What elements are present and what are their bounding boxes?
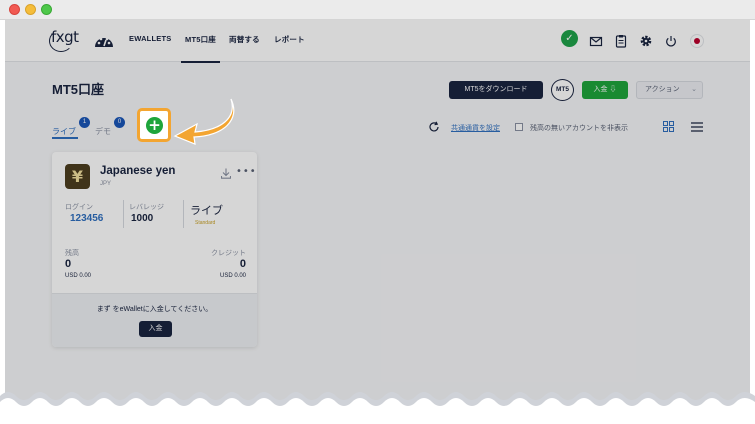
top-navigation: fxgt EWALLETS MT5口座 両替する レポート ✓ [5,20,750,63]
account-type-plan: Standard [195,220,216,226]
account-type: ライブ [190,205,223,217]
yen-currency-icon: ¥ [65,164,90,189]
deposit-prompt: まず をeWalletに入金してください。 [96,306,213,313]
minimize-window-button[interactable] [25,4,36,15]
card-deposit-button[interactable]: 入金 [139,321,172,337]
account-card[interactable]: ¥ Japanese yen JPY ••• ログイン 123456 レバレッジ… [52,152,257,347]
action-dropdown-label: アクション [645,86,680,93]
power-icon[interactable] [664,34,678,48]
balance-usd: USD 0.00 [65,273,92,279]
more-options-icon[interactable]: ••• [236,166,257,177]
demo-count-badge: 0 [114,117,125,128]
list-view-icon[interactable] [691,122,703,132]
verified-check-icon[interactable]: ✓ [561,30,578,47]
torn-edge [0,392,755,424]
mt5-webterminal-button[interactable]: MT5 [551,79,574,101]
arrow-icon [173,98,235,145]
chevron-down-icon: ⌄ [691,86,697,93]
nav-exchange[interactable]: 両替する [229,34,260,45]
leverage-value: 1000 [131,213,154,224]
balance-label: 残高 [65,250,79,257]
credit-value: 0 [239,258,246,270]
clipboard-icon[interactable] [614,34,628,48]
download-mt5-button[interactable]: MT5をダウンロード [449,81,543,99]
tab-live[interactable]: ライブ [52,126,76,137]
nav-reports[interactable]: レポート [274,34,305,45]
nav-mt5-accounts[interactable]: MT5口座 [181,34,220,63]
plus-icon[interactable]: + [146,117,163,134]
maximize-window-button[interactable] [41,4,52,15]
add-account-highlight: + [137,108,171,142]
live-count-badge: 1 [79,117,90,128]
download-icon[interactable] [221,168,231,179]
leverage-label: レバレッジ [129,204,164,211]
action-dropdown[interactable]: アクション ⌄ [636,81,703,99]
account-currency-name: Japanese yen [100,165,176,177]
browser-viewport: fxgt EWALLETS MT5口座 両替する レポート ✓ MT5口座 MT… [5,20,750,424]
gear-icon[interactable] [639,34,653,48]
nav-ewallets[interactable]: EWALLETS [129,34,171,43]
hide-empty-accounts-checkbox[interactable] [515,123,523,131]
divider [123,200,124,228]
deposit-button[interactable]: 入金 ⇩ [582,81,628,99]
refresh-icon[interactable] [428,121,440,133]
set-common-currency-link[interactable]: 共通通貨を設定 [451,123,500,133]
grid-view-icon[interactable] [663,121,674,132]
page-title: MT5口座 [52,82,105,97]
logo[interactable]: fxgt [51,28,79,46]
tab-demo[interactable]: デモ [95,126,111,137]
credit-label: クレジット [211,250,246,257]
dashboard-icon[interactable] [94,32,114,49]
card-footer: まず をeWalletに入金してください。 入金 [52,293,257,347]
hide-empty-accounts-label: 残高の無いアカウントを非表示 [530,125,628,132]
mail-icon[interactable] [589,34,603,48]
login-label: ログイン [65,204,93,211]
credit-usd: USD 0.00 [219,273,246,279]
account-currency-code: JPY [100,181,112,187]
language-flag-icon[interactable] [690,34,704,48]
login-value[interactable]: 123456 [70,213,103,224]
close-window-button[interactable] [9,4,20,15]
app: fxgt EWALLETS MT5口座 両替する レポート ✓ MT5口座 MT… [5,20,750,424]
balance-value: 0 [65,258,72,270]
window-titlebar [0,0,755,20]
tab-live-underline [52,137,78,139]
divider [183,200,184,228]
